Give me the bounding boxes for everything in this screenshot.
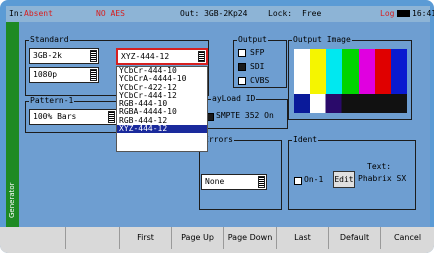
lock-status: Free — [302, 9, 322, 18]
output-title: Output — [237, 35, 268, 45]
colour-option[interactable]: YCbCr-444-12 — [117, 92, 207, 100]
colour-option[interactable]: YCbCr-422-12 — [117, 84, 207, 92]
ident-text-value: Phabrix SX — [358, 174, 407, 183]
softkey-1[interactable] — [0, 227, 66, 249]
clock: 16:41 — [412, 9, 434, 18]
colour-option[interactable]: RGBA-4444-10 — [117, 108, 207, 116]
pattern-scroll-icon — [108, 111, 115, 123]
output-sfp-label: SFP — [250, 48, 265, 57]
format-select[interactable]: 3GB-2k — [29, 48, 99, 64]
payload-title: ayLoad ID — [211, 94, 257, 104]
sidebar-generator: Generator — [6, 22, 19, 227]
rate-scroll-icon — [90, 69, 97, 81]
generator-screen: Generator Standard 3GB-2k 1080p XYZ-444-… — [6, 22, 430, 227]
ident-on-label: On-1 — [304, 175, 324, 184]
colour-select[interactable]: XYZ-444-12 — [116, 48, 208, 65]
sidebar-label: Generator — [8, 182, 16, 218]
output-format-status: Out: 3GB-2Kp24 — [180, 9, 248, 18]
softkey-page-up[interactable]: Page Up — [172, 227, 224, 249]
softkey-default[interactable]: Default — [329, 227, 381, 249]
status-bar: In: Absent NO AES Out: 3GB-2Kp24 Lock: F… — [6, 6, 434, 22]
ident-edit-button[interactable]: Edit — [333, 171, 355, 188]
ident-on-checkbox[interactable] — [294, 177, 302, 185]
output-image-title: Output Image — [292, 35, 352, 45]
errors-scroll-icon — [258, 176, 265, 188]
softkey-cancel[interactable]: Cancel — [381, 227, 434, 249]
colour-option[interactable]: YCbCrA-4444-10 — [117, 75, 207, 83]
softkey-2[interactable] — [66, 227, 120, 249]
output-sdi-radio[interactable] — [238, 63, 246, 71]
ident-title: Ident — [292, 135, 319, 145]
device-frame: In: Absent NO AES Out: 3GB-2Kp24 Lock: F… — [0, 0, 434, 253]
input-label: In: — [9, 9, 24, 18]
pattern-title: Pattern-1 — [29, 96, 75, 106]
payload-label: SMPTE 352 On — [216, 111, 274, 120]
errors-select[interactable]: None — [201, 174, 267, 190]
aes-status: NO AES — [96, 9, 125, 18]
colour-option[interactable]: RGB-444-12 — [117, 117, 207, 125]
colour-option-selected[interactable]: XYZ-444-12 — [117, 125, 207, 134]
log-indicator: Log — [380, 9, 395, 18]
input-status: Absent — [24, 9, 53, 18]
lock-label: Lock: — [268, 9, 293, 18]
output-sfp-radio[interactable] — [238, 49, 246, 57]
softkey-first[interactable]: First — [120, 227, 172, 249]
rate-select[interactable]: 1080p — [29, 67, 99, 83]
softkey-page-down[interactable]: Page Down — [224, 227, 277, 249]
softkey-last[interactable]: Last — [277, 227, 329, 249]
softkey-bar: First Page Up Page Down Last Default Can… — [0, 227, 434, 253]
colour-dropdown-list[interactable]: YCbCr-444-10 YCbCrA-4444-10 YCbCr-422-12… — [116, 66, 208, 152]
ident-text-label: Text: — [367, 162, 392, 171]
colour-option[interactable]: RGB-444-10 — [117, 100, 207, 108]
output-sdi-label: SDI — [250, 62, 265, 71]
pattern-select[interactable]: 100% Bars — [29, 109, 117, 125]
colour-option[interactable]: YCbCr-444-10 — [117, 67, 207, 75]
output-cvbs-label: CVBS — [250, 76, 270, 85]
standard-title: Standard — [29, 35, 70, 45]
format-scroll-icon — [90, 50, 97, 62]
output-cvbs-radio[interactable] — [238, 77, 246, 85]
battery-icon — [397, 10, 410, 17]
colour-scroll-icon — [198, 51, 205, 62]
colour-bars-preview — [294, 49, 407, 113]
